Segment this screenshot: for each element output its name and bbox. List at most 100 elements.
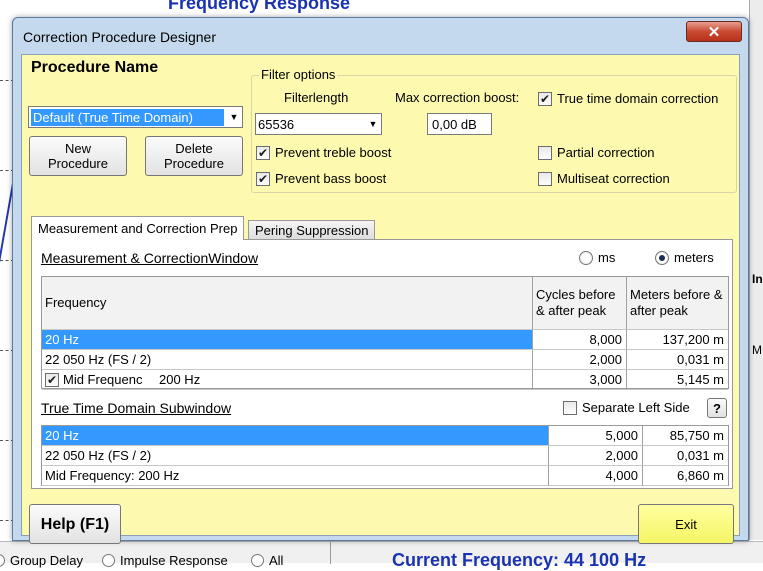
background-panel-right: In M bbox=[749, 0, 763, 540]
tab-label: Measurement and Correction Prep bbox=[38, 221, 238, 236]
table-row[interactable]: 20 Hz 5,000 85,750 m bbox=[42, 426, 728, 446]
background-radio-all[interactable]: All bbox=[251, 553, 283, 568]
table-row[interactable]: 22 050 Hz (FS / 2) 2,000 0,031 m bbox=[42, 350, 728, 370]
meters-cell[interactable]: 137,200 m bbox=[627, 330, 728, 350]
partial-correction-checkbox[interactable]: Partial correction bbox=[538, 145, 655, 160]
cycles-cell[interactable]: 2,000 bbox=[549, 446, 643, 466]
table-row[interactable]: 20 Hz 8,000 137,200 m bbox=[42, 330, 728, 350]
meters-cell[interactable]: 0,031 m bbox=[627, 350, 728, 370]
separate-left-side-checkbox[interactable]: Separate Left Side bbox=[563, 400, 690, 415]
checkbox-checked-icon: ✔ bbox=[538, 91, 552, 106]
true-time-domain-label: True time domain correction bbox=[557, 91, 719, 106]
table-header-row: Frequency Cycles before & after peak Met… bbox=[42, 277, 728, 330]
meters-cell[interactable]: 85,750 m bbox=[643, 426, 728, 446]
mid-frequency-input[interactable]: 200 Hz bbox=[147, 372, 217, 387]
tab-page-measurement: Measurement & CorrectionWindow ms meters… bbox=[31, 239, 733, 489]
cycles-cell[interactable]: 8,000 bbox=[533, 330, 627, 350]
checkbox-unchecked-icon bbox=[563, 400, 577, 415]
checkbox-unchecked-icon bbox=[538, 171, 552, 186]
checkbox-checked-icon[interactable]: ✔ bbox=[45, 372, 59, 387]
background-radio-label: Impulse Response bbox=[120, 553, 228, 568]
filterlength-label: Filterlength bbox=[284, 90, 349, 105]
table-row[interactable]: ✔ Mid Frequenc 200 Hz 3,000 5,145 m bbox=[42, 370, 728, 390]
table-row[interactable]: 22 050 Hz (FS / 2) 2,000 0,031 m bbox=[42, 446, 728, 466]
separate-left-side-label: Separate Left Side bbox=[582, 400, 690, 415]
unit-meters-radio[interactable]: meters bbox=[655, 250, 714, 265]
new-procedure-button[interactable]: New Procedure bbox=[29, 136, 127, 176]
radio-icon bbox=[102, 554, 115, 567]
chevron-down-icon: ▼ bbox=[368, 119, 378, 129]
true-time-domain-checkbox[interactable]: ✔ True time domain correction bbox=[538, 91, 718, 106]
max-boost-input[interactable]: 0,00 dB bbox=[427, 113, 492, 135]
background-radio-group-delay[interactable]: Group Delay bbox=[0, 553, 83, 568]
mid-frequency-label: Mid Frequenc bbox=[63, 372, 143, 387]
measurement-window-title: Measurement & CorrectionWindow bbox=[41, 250, 259, 266]
procedure-select[interactable]: Default (True Time Domain) ▼ bbox=[28, 106, 243, 128]
prevent-treble-label: Prevent treble boost bbox=[275, 145, 392, 160]
unit-meters-label: meters bbox=[674, 250, 714, 265]
radio-selected-icon bbox=[655, 250, 669, 265]
question-icon: ? bbox=[713, 400, 721, 416]
cycles-cell[interactable]: 4,000 bbox=[549, 466, 643, 486]
cycles-cell[interactable]: 5,000 bbox=[549, 426, 643, 446]
table-row[interactable]: Mid Frequency: 200 Hz 4,000 6,860 m bbox=[42, 466, 728, 486]
frequency-cell[interactable]: 20 Hz bbox=[42, 426, 549, 446]
tab-label: Pering Suppression bbox=[255, 223, 369, 238]
frequency-cell[interactable]: Mid Frequency: 200 Hz bbox=[42, 466, 549, 486]
meters-cell[interactable]: 0,031 m bbox=[643, 446, 728, 466]
meters-cell[interactable]: 5,145 m bbox=[627, 370, 728, 390]
prevent-bass-label: Prevent bass boost bbox=[275, 171, 387, 186]
cycles-cell[interactable]: 2,000 bbox=[533, 350, 627, 370]
background-bottom-bar: Group Delay Impulse Response All Current… bbox=[0, 541, 763, 570]
meters-cell[interactable]: 6,860 m bbox=[643, 466, 728, 486]
dialog-titlebar[interactable]: Correction Procedure Designer ✕ bbox=[13, 18, 748, 54]
correction-procedure-dialog: Correction Procedure Designer ✕ Procedur… bbox=[12, 17, 749, 544]
subwindow-title: True Time Domain Subwindow bbox=[41, 400, 232, 416]
procedure-name-heading: Procedure Name bbox=[31, 59, 159, 76]
filterlength-value: 65536 bbox=[258, 116, 295, 132]
multiseat-correction-label: Multiseat correction bbox=[557, 171, 670, 186]
frequency-cell[interactable]: 22 050 Hz (FS / 2) bbox=[42, 350, 533, 370]
chevron-down-icon: ▼ bbox=[229, 112, 239, 122]
radio-icon bbox=[579, 250, 593, 265]
background-side-label-2: M bbox=[752, 343, 762, 357]
prevent-bass-checkbox[interactable]: ✔ Prevent bass boost bbox=[256, 171, 386, 186]
dialog-title: Correction Procedure Designer bbox=[23, 29, 216, 45]
unit-ms-radio[interactable]: ms bbox=[579, 250, 615, 265]
exit-button[interactable]: Exit bbox=[638, 504, 734, 544]
multiseat-correction-checkbox[interactable]: Multiseat correction bbox=[538, 171, 670, 186]
checkbox-checked-icon: ✔ bbox=[256, 171, 270, 186]
close-button[interactable]: ✕ bbox=[686, 21, 742, 42]
prevent-treble-checkbox[interactable]: ✔ Prevent treble boost bbox=[256, 145, 391, 160]
tab-pering-suppression[interactable]: Pering Suppression bbox=[248, 220, 376, 240]
cycles-cell[interactable]: 3,000 bbox=[533, 370, 627, 390]
help-button[interactable]: Help (F1) bbox=[29, 504, 121, 544]
frequency-cell[interactable]: 20 Hz bbox=[42, 330, 533, 350]
checkbox-unchecked-icon bbox=[538, 145, 552, 160]
background-radio-label: All bbox=[269, 553, 284, 568]
subwindow-table: 20 Hz 5,000 85,750 m 22 050 Hz (FS / 2) … bbox=[41, 425, 729, 486]
column-header-frequency: Frequency bbox=[42, 277, 533, 330]
frequency-cell[interactable]: ✔ Mid Frequenc 200 Hz bbox=[42, 370, 533, 390]
column-header-meters: Meters before & after peak bbox=[627, 277, 728, 330]
max-boost-value: 0,00 dB bbox=[432, 116, 477, 132]
background-side-label-1: In bbox=[752, 272, 763, 286]
background-radio-impulse[interactable]: Impulse Response bbox=[102, 553, 228, 568]
radio-icon bbox=[251, 554, 264, 567]
frequency-cell[interactable]: 22 050 Hz (FS / 2) bbox=[42, 446, 549, 466]
subwindow-help-button[interactable]: ? bbox=[707, 398, 727, 418]
filter-options-legend: Filter options bbox=[259, 67, 338, 82]
checkbox-checked-icon: ✔ bbox=[256, 145, 270, 160]
partial-correction-label: Partial correction bbox=[557, 145, 655, 160]
max-boost-label: Max correction boost: bbox=[395, 90, 520, 105]
filterlength-select[interactable]: 65536 ▼ bbox=[255, 113, 382, 135]
background-radio-label: Group Delay bbox=[10, 553, 83, 568]
column-header-cycles: Cycles before & after peak bbox=[533, 277, 627, 330]
procedure-select-value: Default (True Time Domain) bbox=[31, 108, 224, 126]
dialog-client-area: Procedure Name Default (True Time Domain… bbox=[21, 54, 740, 544]
background-current-frequency: Current Frequency: 44 100 Hz bbox=[392, 550, 647, 570]
background-divider bbox=[330, 542, 331, 564]
radio-icon bbox=[0, 554, 5, 567]
delete-procedure-button[interactable]: Delete Procedure bbox=[145, 136, 243, 176]
tab-measurement-correction-prep[interactable]: Measurement and Correction Prep bbox=[31, 216, 245, 240]
